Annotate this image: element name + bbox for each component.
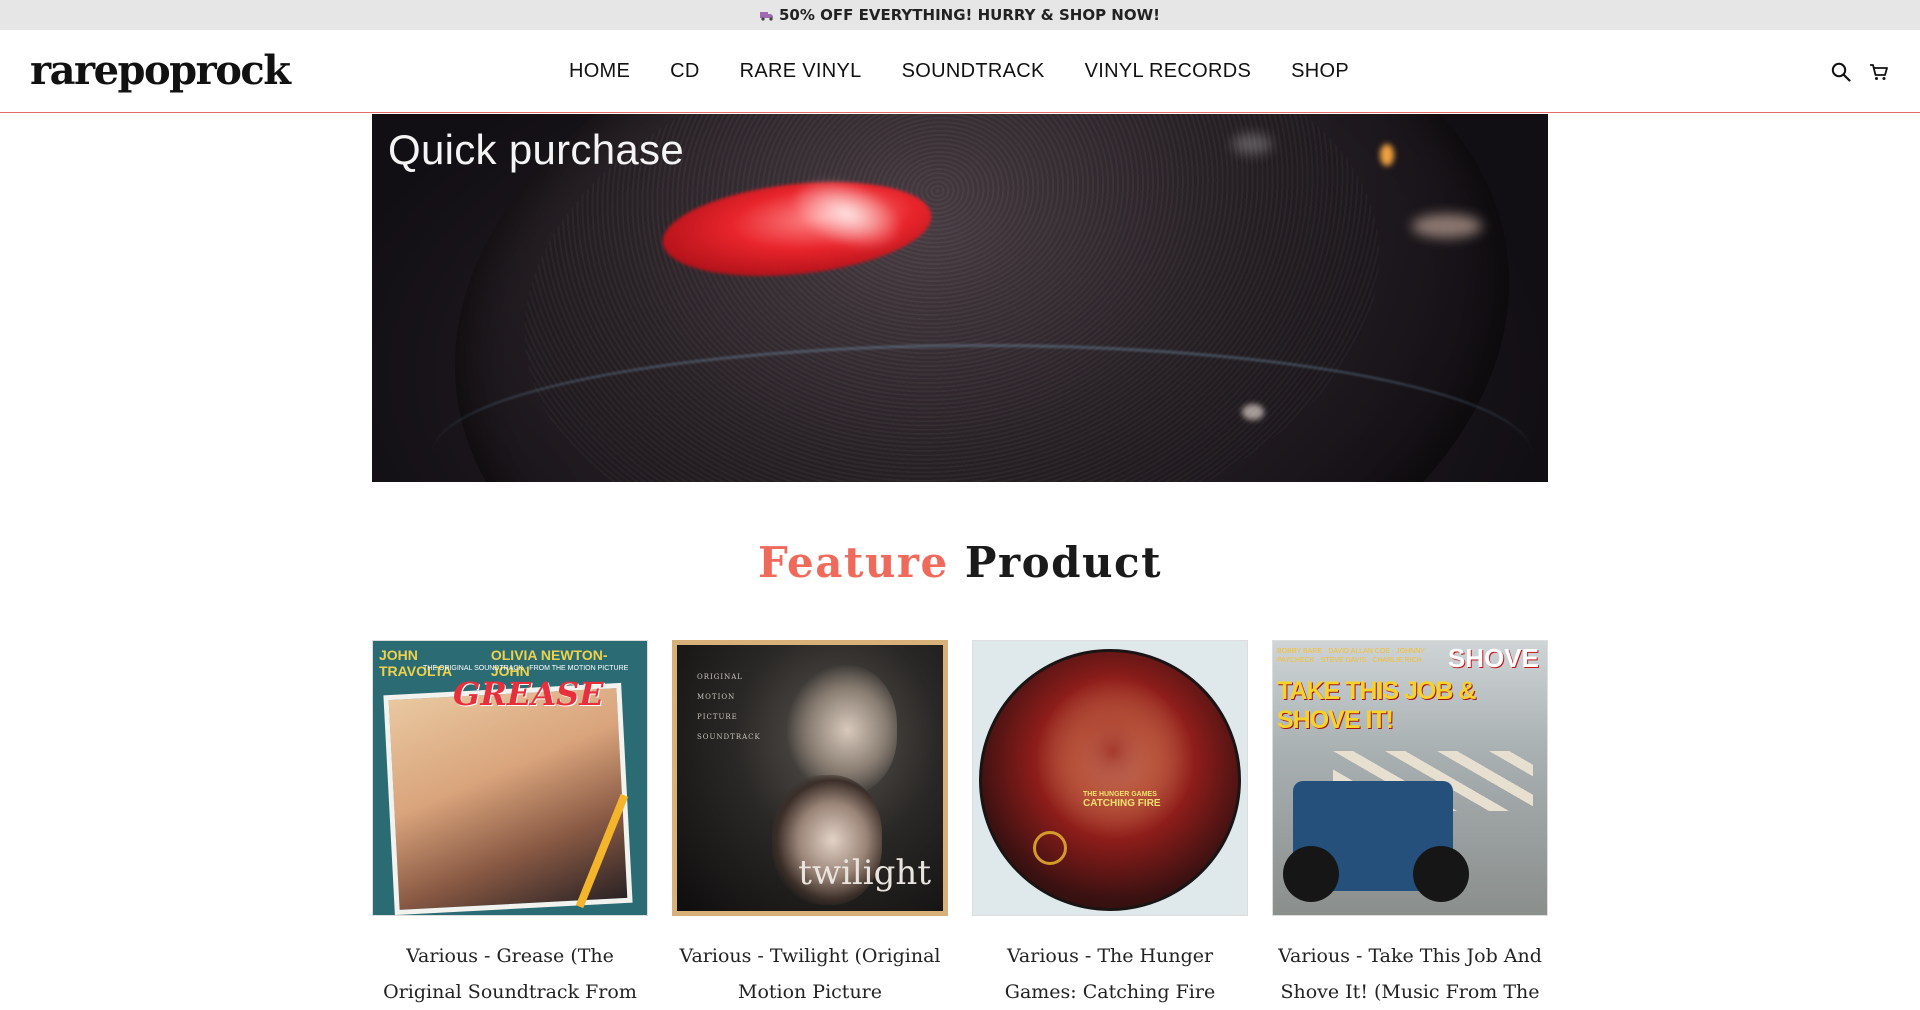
cover-text: ORIGINAL — [697, 673, 743, 681]
site-logo[interactable]: rarepoprock — [30, 51, 291, 91]
section-title-accent: Feature — [758, 538, 949, 587]
cover-text: PICTURE — [697, 713, 738, 721]
nav-vinyl-records[interactable]: VINYL RECORDS — [1065, 60, 1272, 83]
cover-text: SOUNDTRACK — [697, 733, 761, 741]
cover-text: BOBBY BARE · DAVID ALLAN COE · JOHNNY PA… — [1277, 648, 1425, 664]
product-card[interactable]: JOHN TRAVOLTA OLIVIA NEWTON-JOHN THE ORI… — [372, 640, 648, 1010]
nav-home[interactable]: HOME — [549, 60, 650, 83]
product-image[interactable]: JOHN TRAVOLTA OLIVIA NEWTON-JOHN THE ORI… — [372, 640, 648, 916]
product-card[interactable]: THE HUNGER GAMES CATCHING FIRE Various -… — [972, 640, 1248, 1010]
cover-logo: TAKE THIS JOB & SHOVE IT! — [1277, 677, 1476, 734]
nav-rare-vinyl[interactable]: RARE VINYL — [720, 60, 882, 83]
hero-banner[interactable]: Quick purchase — [372, 114, 1548, 482]
product-image[interactable]: THE HUNGER GAMES CATCHING FIRE — [972, 640, 1248, 916]
announcement-bar: 50% OFF EVERYTHING! HURRY & SHOP NOW! — [0, 0, 1920, 30]
product-title[interactable]: Various - The Hunger Games: Catching Fir… — [972, 938, 1248, 1010]
section-title-rest: Product — [964, 538, 1162, 587]
cover-logo: twilight — [798, 853, 931, 893]
product-title[interactable]: Various - Grease (The Original Soundtrac… — [372, 938, 648, 1010]
nav-cd[interactable]: CD — [650, 60, 720, 83]
header-actions — [1830, 30, 1890, 113]
cover-text: CATCHING FIRE — [1083, 798, 1161, 809]
product-card[interactable]: BOBBY BARE · DAVID ALLAN COE · JOHNNY PA… — [1272, 640, 1548, 1010]
search-icon[interactable] — [1830, 61, 1852, 83]
cart-icon[interactable] — [1868, 61, 1890, 83]
product-card[interactable]: ORIGINAL MOTION PICTURE SOUNDTRACK twili… — [672, 640, 948, 1010]
hero-title: Quick purchase — [388, 126, 685, 173]
cover-text: THE HUNGER GAMES — [1083, 791, 1157, 798]
section-title: Feature Product — [0, 538, 1920, 587]
announcement-text: 50% OFF EVERYTHING! HURRY & SHOP NOW! — [779, 6, 1160, 24]
truck-icon — [760, 12, 773, 21]
nav-shop[interactable]: SHOP — [1271, 60, 1369, 83]
cover-text: SHOVE — [1447, 643, 1539, 673]
product-image[interactable]: BOBBY BARE · DAVID ALLAN COE · JOHNNY PA… — [1272, 640, 1548, 916]
cover-logo: GREASE — [453, 675, 604, 713]
nav-soundtrack[interactable]: SOUNDTRACK — [882, 60, 1065, 83]
cover-text: THE ORIGINAL SOUNDTRACK · FROM THE MOTIO… — [423, 665, 629, 672]
cover-text: MOTION — [697, 693, 736, 701]
product-grid: JOHN TRAVOLTA OLIVIA NEWTON-JOHN THE ORI… — [372, 640, 1548, 1010]
product-title[interactable]: Various - Twilight (Original Motion Pict… — [672, 938, 948, 1010]
product-title[interactable]: Various - Take This Job And Shove It! (M… — [1272, 938, 1548, 1010]
product-image[interactable]: ORIGINAL MOTION PICTURE SOUNDTRACK twili… — [672, 640, 948, 916]
mockingjay-icon — [1033, 831, 1067, 865]
site-header: rarepoprock HOME CD RARE VINYL SOUNDTRAC… — [0, 30, 1920, 113]
